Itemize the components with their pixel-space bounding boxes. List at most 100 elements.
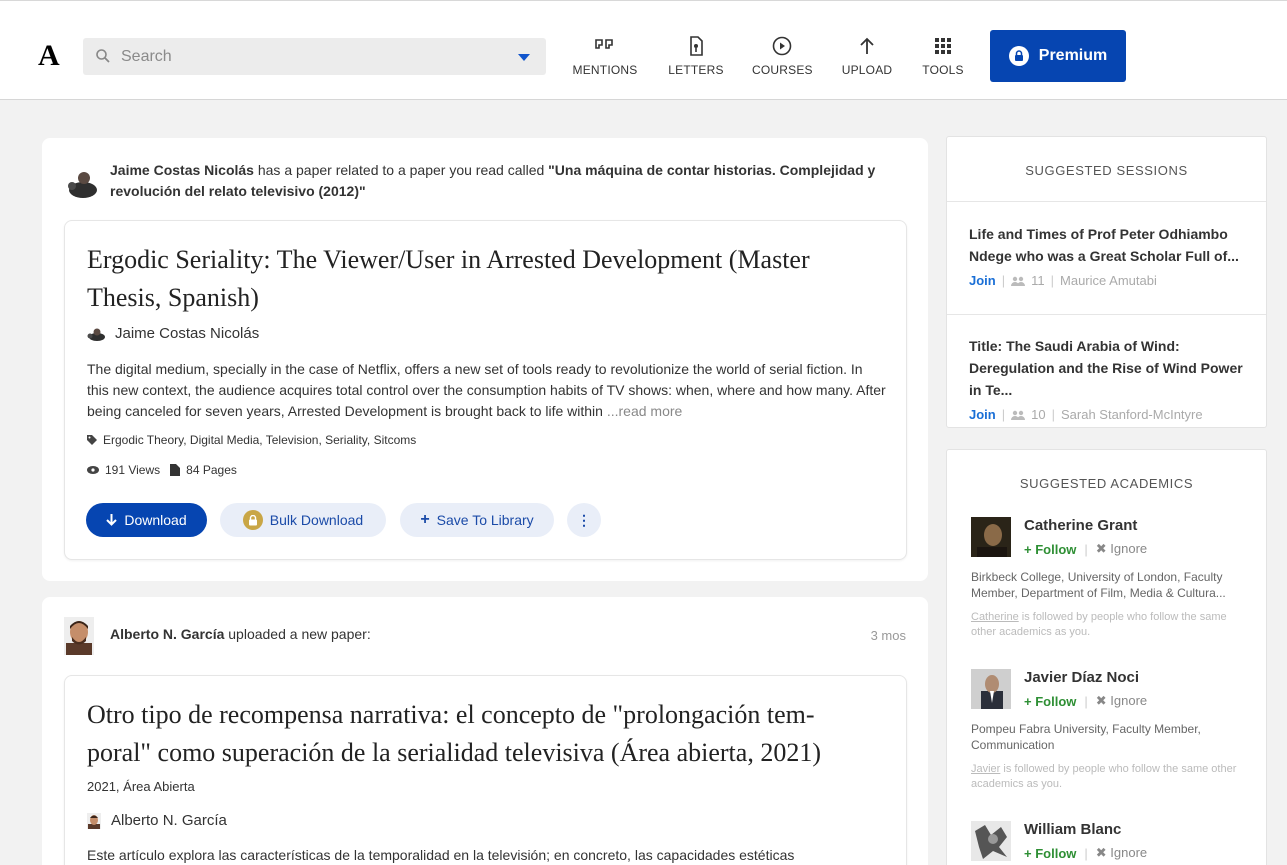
- session-host[interactable]: Maurice Amutabi: [1060, 273, 1157, 288]
- paper-title-line-1: Otro tipo de recompensa narrativa: el co…: [87, 700, 815, 729]
- tag-icon: [87, 435, 97, 445]
- academic-affiliation: Pompeu Fabra University, Faculty Member,…: [971, 722, 1201, 752]
- paper-title[interactable]: Ergodic Seriality: The Viewer/User in Ar…: [87, 241, 887, 317]
- feed-activity-text: Jaime Costas Nicolás has a paper related…: [110, 160, 910, 202]
- nav-letters-label: LETTERS: [668, 63, 724, 77]
- academic-suggestion: William Blanc + Follow | ✖ Ignore: [971, 821, 1251, 865]
- paper-title[interactable]: Otro tipo de recompensa narrativa: el co…: [87, 696, 897, 772]
- save-to-library-label: Save To Library: [436, 512, 534, 528]
- people-icon: [1011, 276, 1026, 286]
- activity-time: 3 mos: [870, 628, 906, 643]
- search-input[interactable]: [121, 38, 501, 75]
- download-button[interactable]: Download: [86, 503, 207, 537]
- nav-letters[interactable]: LETTERS: [666, 35, 726, 77]
- tags-text[interactable]: Ergodic Theory, Digital Media, Televisio…: [103, 433, 416, 447]
- academia-logo[interactable]: A: [38, 39, 60, 73]
- nav-upload-label: UPLOAD: [841, 63, 893, 77]
- academic-name[interactable]: Javier Díaz Noci: [1024, 669, 1139, 686]
- academic-name[interactable]: Catherine Grant: [1024, 517, 1137, 534]
- paper-author-name: Alberto N. García: [111, 812, 227, 829]
- paper-author[interactable]: Alberto N. García: [87, 812, 227, 829]
- academic-suggestion: Catherine Grant + Follow | ✖ Ignore Birk…: [971, 517, 1251, 647]
- paper-card: Otro tipo de recompensa narrativa: el co…: [64, 675, 907, 865]
- ignore-button[interactable]: ✖ Ignore: [1096, 693, 1147, 709]
- paper-author-name: Jaime Costas Nicolás: [115, 325, 260, 342]
- save-to-library-button[interactable]: + Save To Library: [400, 503, 554, 537]
- academic-photo[interactable]: [971, 517, 1011, 557]
- paper-author[interactable]: Jaime Costas Nicolás: [87, 325, 259, 342]
- search-box[interactable]: [83, 38, 546, 75]
- ignore-button[interactable]: ✖ Ignore: [1096, 541, 1147, 557]
- search-icon: [96, 49, 110, 63]
- academic-affiliation: Birkbeck College, University of London, …: [971, 570, 1226, 600]
- session-title[interactable]: Title: The Saudi Arabia of Wind: Deregul…: [969, 335, 1249, 401]
- nav-courses[interactable]: COURSES: [752, 35, 813, 77]
- grid-icon: [918, 35, 968, 57]
- paper-stats: 191 Views 84 Pages: [87, 463, 237, 477]
- author-avatar: [87, 328, 105, 341]
- academic-actions: + Follow | ✖ Ignore: [1024, 541, 1148, 557]
- bulk-download-button[interactable]: Bulk Download: [220, 503, 386, 537]
- suggestion-reason: Catherine is followed by people who foll…: [971, 611, 1227, 638]
- avatar[interactable]: [64, 617, 94, 655]
- session-title[interactable]: Life and Times of Prof Peter Odhiambo Nd…: [969, 223, 1249, 267]
- academic-photo[interactable]: [971, 821, 1011, 861]
- top-bar: A MENTIONS LETTERS COURSES UPLOAD: [0, 0, 1287, 100]
- join-link[interactable]: Join: [969, 273, 996, 288]
- activity-actor-link[interactable]: Jaime Costas Nicolás: [110, 162, 254, 178]
- academic-actions: + Follow | ✖ Ignore: [1024, 845, 1148, 861]
- read-more-link[interactable]: ...read more: [607, 403, 682, 419]
- nav-mentions[interactable]: MENTIONS: [572, 35, 638, 77]
- academic-first-name-link[interactable]: Catherine: [971, 611, 1019, 623]
- paper-pubinfo: 2021, Área Abierta: [87, 779, 195, 794]
- follow-button[interactable]: + Follow: [1024, 542, 1076, 557]
- download-arrow-icon: [106, 514, 118, 526]
- nav-upload[interactable]: UPLOAD: [840, 35, 894, 77]
- letter-icon: [666, 35, 726, 57]
- attendee-count: 11: [1031, 273, 1045, 288]
- academic-name[interactable]: William Blanc: [1024, 821, 1121, 838]
- abstract-text: The digital medium, specially in the cas…: [87, 361, 886, 419]
- session-item[interactable]: Title: The Saudi Arabia of Wind: Deregul…: [969, 335, 1249, 422]
- paper-abstract: Este artículo explora las característica…: [87, 847, 795, 863]
- download-label: Download: [124, 512, 187, 528]
- follow-button[interactable]: + Follow: [1024, 694, 1076, 709]
- nav-tools-label: TOOLS: [922, 63, 964, 77]
- academic-suggestion: Javier Díaz Noci + Follow | ✖ Ignore Pom…: [971, 669, 1251, 799]
- attendee-count: 10: [1031, 407, 1046, 422]
- play-circle-icon: [752, 35, 812, 57]
- academic-photo[interactable]: [971, 669, 1011, 709]
- suggested-sessions-heading: SUGGESTED SESSIONS: [1025, 163, 1188, 178]
- academic-first-name-link[interactable]: Javier: [971, 763, 1000, 775]
- follow-button[interactable]: + Follow: [1024, 846, 1076, 861]
- nav-courses-label: COURSES: [752, 63, 813, 77]
- suggested-academics-panel: SUGGESTED ACADEMICS Catherine Grant + Fo…: [946, 449, 1267, 865]
- divider: [947, 314, 1266, 315]
- avatar[interactable]: [64, 168, 100, 198]
- academic-actions: + Follow | ✖ Ignore: [1024, 693, 1148, 709]
- session-meta: Join | 11 | Maurice Amutabi: [969, 273, 1157, 288]
- suggested-sessions-panel: SUGGESTED SESSIONS Life and Times of Pro…: [946, 136, 1267, 428]
- session-host[interactable]: Sarah Stanford-McIntyre: [1061, 407, 1203, 422]
- more-vertical-icon: ⋮: [577, 511, 591, 528]
- ignore-button[interactable]: ✖ Ignore: [1096, 845, 1147, 861]
- pages-icon: [170, 464, 181, 476]
- upload-arrow-icon: [840, 35, 894, 57]
- views-count: 191 Views: [105, 463, 161, 477]
- paper-card: Ergodic Seriality: The Viewer/User in Ar…: [64, 220, 907, 560]
- session-item[interactable]: Life and Times of Prof Peter Odhiambo Nd…: [969, 223, 1249, 288]
- lock-icon: [1008, 46, 1029, 66]
- more-options-button[interactable]: ⋮: [567, 503, 601, 537]
- join-link[interactable]: Join: [969, 407, 996, 422]
- activity-actor-link[interactable]: Alberto N. García: [110, 626, 224, 642]
- pages-count: 84 Pages: [186, 463, 237, 477]
- premium-button[interactable]: Premium: [990, 30, 1126, 82]
- divider: [947, 201, 1266, 202]
- activity-action: uploaded a new paper:: [224, 626, 371, 642]
- nav-mentions-label: MENTIONS: [572, 63, 638, 77]
- nav-tools[interactable]: TOOLS: [918, 35, 968, 77]
- bulk-download-label: Bulk Download: [269, 512, 364, 528]
- premium-label: Premium: [1038, 47, 1108, 64]
- eye-icon: [87, 466, 99, 474]
- search-dropdown-caret-icon[interactable]: [518, 54, 530, 61]
